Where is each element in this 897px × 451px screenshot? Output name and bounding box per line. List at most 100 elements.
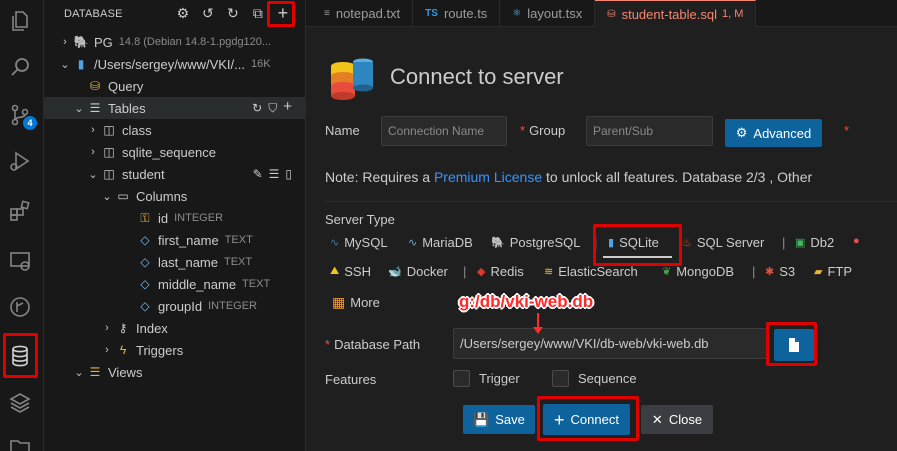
advanced-button[interactable]: ⚙ Advanced (725, 119, 822, 147)
tab-route[interactable]: TS route.ts (413, 0, 501, 27)
server-type-sqlserver[interactable]: ♨ SQL Server (682, 235, 764, 250)
more-types-button[interactable]: ▦ More (332, 294, 380, 311)
checkbox-box[interactable] (552, 370, 569, 387)
tab-label: route.ts (443, 6, 488, 21)
server-type-mysql[interactable]: ∿ MySQL (330, 235, 388, 250)
git-graph-icon[interactable] (7, 294, 33, 320)
tree-item-triggers[interactable]: › ϟ Triggers (44, 339, 306, 361)
tree-desc: 16K (250, 58, 271, 70)
tree-item-query[interactable]: ⛁ Query (44, 75, 306, 97)
server-type-more-clipped[interactable]: ● (853, 235, 860, 247)
tree-item-sqlite-sequence[interactable]: › ◫ sqlite_sequence (44, 141, 306, 163)
search-icon[interactable] (7, 54, 33, 80)
file-icon[interactable]: ▯ (285, 167, 292, 181)
sqlserver-icon: ♨ (682, 237, 692, 249)
server-type-docker[interactable]: 🐋 Docker (388, 264, 448, 279)
connection-name-input[interactable]: Connection Name (381, 116, 507, 146)
s3-icon: ✱ (765, 266, 775, 278)
tree-item-columns[interactable]: ⌄ ▭ Columns (44, 185, 306, 207)
server-type-redis[interactable]: ◆ Redis (477, 264, 524, 279)
mongodb-icon: ❦ (662, 266, 672, 278)
source-control-icon[interactable]: 4 (7, 102, 37, 130)
chevron-down-icon: ⌄ (74, 366, 84, 379)
add-icon[interactable]: + (283, 99, 292, 116)
tab-modified-badge: 1, M (722, 8, 744, 20)
connect-panel: Connect to server Name Connection Name *… (306, 27, 897, 451)
server-type-sqlite[interactable]: ▮ SQLite (608, 235, 659, 250)
explorer-icon[interactable] (7, 8, 33, 34)
tab-student-table[interactable]: ⛁ student-table.sql 1, M (595, 0, 757, 27)
chevron-right-icon: › (105, 322, 109, 334)
list-icon: ☰ (89, 101, 101, 115)
column-icon: ◇ (140, 255, 150, 269)
server-type-mariadb[interactable]: ∿ MariaDB (408, 235, 473, 250)
server-type-ftp[interactable]: ▰ FTP (814, 264, 852, 279)
connect-button[interactable]: + Connect (543, 404, 630, 435)
extensions-icon[interactable] (7, 198, 33, 224)
sequence-checkbox[interactable]: Sequence (552, 370, 637, 387)
folder-icon[interactable] (7, 434, 33, 451)
chevron-down-icon: ⌄ (60, 58, 70, 71)
server-type-mongodb[interactable]: ❦ MongoDB (662, 264, 734, 279)
tree-item-pg[interactable]: › 🐘 PG 14.8 (Debian 14.8-1.pgdg120... (44, 31, 306, 53)
edit-icon[interactable]: ✎ (253, 167, 263, 181)
server-type-s3[interactable]: ✱ S3 (765, 264, 795, 279)
tree-item-column-id[interactable]: ⚿ id INTEGER (44, 207, 306, 229)
tree-desc: INTEGER (208, 300, 257, 312)
tree-label: Views (108, 364, 143, 380)
add-connection-icon[interactable]: + (273, 3, 293, 24)
query-db-icon: ⛁ (89, 79, 101, 93)
annotation-arrow (533, 313, 543, 334)
activity-bar: 4 (0, 0, 44, 451)
tree-label: groupId (158, 298, 203, 314)
react-icon: ⚛ (512, 8, 522, 19)
tree-item-column-last-name[interactable]: ◇ last_name TEXT (44, 251, 306, 273)
database-path-input[interactable]: /Users/sergey/www/VKI/db-web/vki-web.db (453, 328, 767, 359)
tree-item-column-middle-name[interactable]: ◇ middle_name TEXT (44, 273, 306, 295)
tree-label: /Users/sergey/www/VKI/... (94, 56, 245, 72)
collapse-all-icon[interactable]: ⧉ (248, 4, 268, 24)
close-button[interactable]: ✕ Close (641, 405, 713, 434)
premium-license-link[interactable]: Premium License (434, 169, 542, 185)
tree-item-class[interactable]: › ◫ class (44, 119, 306, 141)
server-type-elasticsearch[interactable]: ≋ ElasticSearch (544, 264, 638, 279)
server-type-ssh[interactable]: ⛰ SSH (330, 264, 371, 279)
divider (325, 201, 897, 202)
tab-layout[interactable]: ⚛ layout.tsx (500, 0, 596, 27)
server-type-postgresql[interactable]: 🐘 PostgreSQL (491, 235, 581, 250)
history-icon[interactable]: ↺ (198, 4, 218, 24)
tree-item-views[interactable]: ⌄ ☰ Views (44, 361, 306, 383)
server-type-db2[interactable]: ▣ Db2 (795, 235, 834, 250)
sqlite-icon: ▮ (77, 57, 85, 71)
tree-item-tables[interactable]: ⌄ ☰ Tables ↻ ⛉ + (44, 97, 306, 119)
tab-label: notepad.txt (335, 6, 401, 21)
sqlite-icon: ▮ (608, 237, 615, 249)
tree-item-student[interactable]: ⌄ ◫ student ✎ ☰ ▯ (44, 163, 306, 185)
table-icon: ◫ (103, 167, 115, 181)
tree-desc: TEXT (224, 234, 253, 246)
settings-gear-icon[interactable]: ⚙ (173, 4, 193, 24)
tree-item-sqlite-file[interactable]: ⌄ ▮ /Users/sergey/www/VKI/... 16K (44, 53, 306, 75)
refresh-icon[interactable]: ↻ (252, 101, 262, 116)
tree-item-column-first-name[interactable]: ◇ first_name TEXT (44, 229, 306, 251)
trigger-checkbox[interactable]: Trigger (453, 370, 520, 387)
tree-desc: INTEGER (174, 212, 224, 224)
database-icon[interactable] (7, 343, 33, 369)
run-debug-icon[interactable] (7, 148, 33, 174)
checkbox-box[interactable] (453, 370, 470, 387)
tree-item-column-groupid[interactable]: ◇ groupId INTEGER (44, 295, 306, 317)
refresh-icon[interactable]: ↻ (223, 4, 243, 24)
layers-icon[interactable] (7, 390, 33, 416)
list-icon[interactable]: ☰ (269, 167, 280, 181)
tab-notepad[interactable]: ≡ notepad.txt (306, 0, 414, 27)
tree-item-index[interactable]: › ⚷ Index (44, 317, 306, 339)
group-input[interactable]: Parent/Sub (586, 116, 713, 146)
browse-file-button[interactable] (774, 329, 814, 361)
redis-icon: ◆ (477, 266, 486, 278)
remote-explorer-icon[interactable] (7, 248, 33, 274)
selected-type-underline (603, 256, 672, 258)
lightning-icon: ϟ (119, 343, 127, 357)
filter-icon[interactable]: ⛉ (268, 101, 277, 116)
save-button[interactable]: 💾 Save (463, 405, 535, 434)
views-icon: ☰ (89, 365, 101, 379)
